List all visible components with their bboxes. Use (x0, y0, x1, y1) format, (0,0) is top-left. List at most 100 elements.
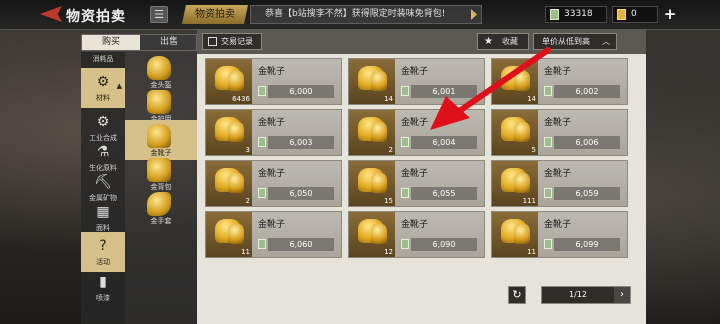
gold-boots-icon (514, 224, 530, 244)
refresh-button[interactable]: ↻ (508, 286, 526, 304)
gold-boots-icon (228, 173, 244, 193)
category-event[interactable]: ? 活动 (81, 232, 125, 272)
sort-label: 单价从低到高 (542, 37, 590, 46)
item-quantity: 3 (245, 146, 250, 154)
gold-boots-icon (514, 71, 530, 91)
item-price: 6,006 (554, 136, 620, 149)
listing-toolbar: 交易记录 ★ 收藏 单价从低到高 ︿ (197, 30, 646, 54)
item-quantity: 5 (531, 146, 536, 154)
currency-green-value: 33318 (564, 9, 593, 19)
gold-boots-icon (371, 173, 387, 193)
marquee-text: 恭喜【b站搜李不然】获得限定时装味免背包! (265, 9, 446, 19)
next-page-button[interactable]: › (614, 287, 630, 303)
add-currency-button[interactable]: + (662, 7, 678, 23)
chevron-up-icon: ︿ (602, 37, 610, 46)
listing-panel: 交易记录 ★ 收藏 单价从低到高 ︿ 6436 金靴子 6,000 14 金靴子… (197, 30, 646, 324)
item-card[interactable]: 5 金靴子 6,006 (491, 109, 628, 156)
item-price: 6,001 (411, 85, 477, 98)
item-quantity: 12 (384, 248, 393, 256)
item-card[interactable]: 6436 金靴子 6,000 (205, 58, 342, 105)
chevron-right-icon (471, 9, 477, 20)
item-price: 6,060 (268, 238, 334, 251)
spray-icon: ▮ (99, 274, 107, 290)
gold-boots-icon (514, 173, 530, 193)
currency-gold-value: 0 (631, 9, 637, 19)
item-name: 金靴子 (544, 220, 572, 230)
record-icon (208, 37, 217, 46)
category-label: 消耗品 (92, 55, 114, 63)
item-price: 6,055 (411, 187, 477, 200)
item-card[interactable]: 12 金靴子 6,090 (348, 211, 485, 258)
ore-icon: ⛏ (94, 174, 112, 190)
category-label: 活动 (96, 258, 110, 266)
item-card[interactable]: 111 金靴子 6,059 (491, 160, 628, 207)
category-consumables[interactable]: 消耗品 (81, 50, 125, 66)
item-price: 6,004 (411, 136, 477, 149)
gold-boots-icon (228, 71, 244, 91)
item-name: 金靴子 (258, 118, 286, 128)
item-thumbnail: 11 (492, 212, 538, 257)
category-materials[interactable]: ⚙ 材料 ▲ (81, 68, 125, 108)
item-quantity: 11 (241, 248, 250, 256)
tab-buy[interactable]: 购买 (82, 35, 140, 50)
trade-record-button[interactable]: 交易记录 (202, 33, 262, 50)
cash-icon (544, 137, 552, 147)
item-name: 金靴子 (258, 220, 286, 230)
category-list: 消耗品 ⚙ 材料 ▲ ⚙ 工业合成 ⚗ 生化原料 ⛏ 金属矿物 ▦ 面料 ? 活… (81, 52, 125, 324)
item-name: 金靴子 (401, 220, 429, 230)
gold-boots-icon (371, 71, 387, 91)
item-name: 金靴子 (544, 169, 572, 179)
industry-icon: ⚙ (96, 114, 110, 130)
item-card[interactable]: 15 金靴子 6,055 (348, 160, 485, 207)
cash-icon (550, 9, 559, 20)
item-price: 6,050 (268, 187, 334, 200)
item-thumbnail: 6436 (206, 59, 252, 104)
item-card[interactable]: 2 金靴子 6,004 (348, 109, 485, 156)
top-bar: 物资拍卖 ☰ 物资拍卖 恭喜【b站搜李不然】获得限定时装味免背包! 33318 … (0, 0, 720, 30)
item-card[interactable]: 2 金靴子 6,050 (205, 160, 342, 207)
item-price: 6,002 (554, 85, 620, 98)
page-title: 物资拍卖 (66, 9, 126, 25)
item-name: 金靴子 (258, 67, 286, 77)
favorites-label: 收藏 (502, 37, 518, 46)
gold-boots-icon (514, 122, 530, 142)
cash-icon (401, 188, 409, 198)
announcement-marquee: 恭喜【b站搜李不然】获得限定时装味免背包! (250, 5, 482, 24)
item-price: 6,003 (268, 136, 334, 149)
gold-helmet-icon (147, 56, 171, 80)
sort-dropdown[interactable]: 单价从低到高 ︿ (533, 33, 617, 50)
caret-up-icon: ▲ (116, 82, 122, 90)
item-name: 金靴子 (544, 67, 572, 77)
item-card[interactable]: 11 金靴子 6,099 (491, 211, 628, 258)
item-quantity: 14 (527, 95, 536, 103)
menu-icon[interactable]: ☰ (150, 6, 168, 23)
gold-icon (617, 9, 626, 20)
gear-material-icon: ⚙ (96, 74, 110, 90)
category-spray[interactable]: ▮ 喷漆 (81, 268, 125, 308)
category-label: 面料 (96, 224, 110, 232)
currency-gold: 0 (612, 6, 658, 23)
item-card[interactable]: 14 金靴子 6,001 (348, 58, 485, 105)
item-name: 金靴子 (401, 169, 429, 179)
cash-icon (401, 86, 409, 96)
subcategory-label: 金手套 (150, 217, 172, 225)
item-card[interactable]: 3 金靴子 6,003 (205, 109, 342, 156)
cash-icon (258, 188, 266, 198)
item-card[interactable]: 11 金靴子 6,060 (205, 211, 342, 258)
item-thumbnail: 2 (349, 110, 395, 155)
item-card[interactable]: 14 金靴子 6,002 (491, 58, 628, 105)
item-quantity: 6436 (232, 95, 250, 103)
gold-backpack-icon (147, 158, 171, 182)
tab-sell[interactable]: 出售 (140, 35, 198, 50)
logo-icon[interactable] (40, 6, 62, 22)
subcategory-gold-gloves[interactable]: 金手套 (125, 188, 197, 228)
page-indicator: 1/12 (569, 290, 587, 299)
cash-icon (544, 239, 552, 249)
cash-icon (401, 239, 409, 249)
category-label: 喷漆 (96, 294, 110, 302)
cash-icon (401, 137, 409, 147)
favorites-button[interactable]: ★ 收藏 (477, 33, 529, 50)
subcategory-list: 金头盔 金护甲 金靴子 金背包 金手套 (125, 52, 197, 324)
tab-auction[interactable]: 物资拍卖 (182, 5, 248, 24)
item-quantity: 15 (384, 197, 393, 205)
